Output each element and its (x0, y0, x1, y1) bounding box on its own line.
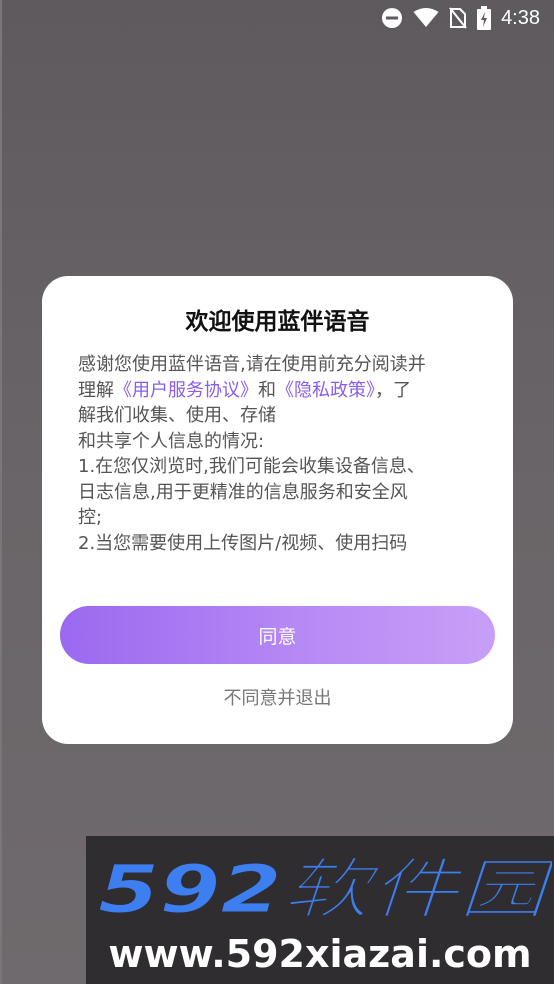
body-line: 日志信息,用于更精准的信息服务和安全风 (78, 481, 408, 503)
dialog-body: 感谢您使用蓝伴语音,请在使用前充分阅读并 理解《用户服务协议》和《隐私政策》，了… (78, 352, 478, 556)
wifi-icon (413, 8, 439, 28)
body-line: 解我们收集、使用、存储 (78, 405, 276, 426)
no-sim-icon (449, 7, 467, 29)
screen-edge (0, 0, 2, 984)
disagree-exit-button[interactable]: 不同意并退出 (42, 684, 513, 710)
body-line: 控; (78, 507, 103, 528)
do-not-disturb-icon (381, 7, 403, 29)
watermark-logo: 592软件园 (98, 851, 553, 927)
watermark-url: www.592xiazai.com (108, 932, 532, 976)
watermark: 592软件园 www.592xiazai.com (86, 836, 554, 984)
body-line: 感谢您使用蓝伴语音,请在使用前充分阅读并 (78, 354, 426, 375)
body-text: 和 (258, 379, 276, 401)
body-text: ，了 (375, 379, 411, 401)
agree-button[interactable]: 同意 (60, 606, 495, 664)
privacy-dialog: 欢迎使用蓝伴语音 感谢您使用蓝伴语音,请在使用前充分阅读并 理解《用户服务协议》… (42, 276, 513, 744)
battery-charging-icon (477, 6, 492, 30)
body-line: 和共享个人信息的情况: (78, 430, 265, 452)
dialog-title: 欢迎使用蓝伴语音 (185, 309, 370, 335)
status-time: 4:38 (501, 6, 540, 29)
watermark-logo-text: 592软件园 (98, 851, 552, 926)
user-agreement-link[interactable]: 《用户服务协议》 (114, 380, 258, 401)
body-line: 2.当您需要使用上传图片/视频、使用扫码 (78, 532, 408, 554)
body-line: 1.在您仅浏览时,我们可能会收集设备信息、 (78, 456, 425, 477)
privacy-policy-link[interactable]: 《隐私政策》 (276, 380, 375, 401)
status-bar: 4:38 (0, 0, 554, 36)
body-line-with-links: 理解《用户服务协议》和《隐私政策》，了 (78, 378, 478, 404)
body-text: 理解 (78, 379, 114, 401)
